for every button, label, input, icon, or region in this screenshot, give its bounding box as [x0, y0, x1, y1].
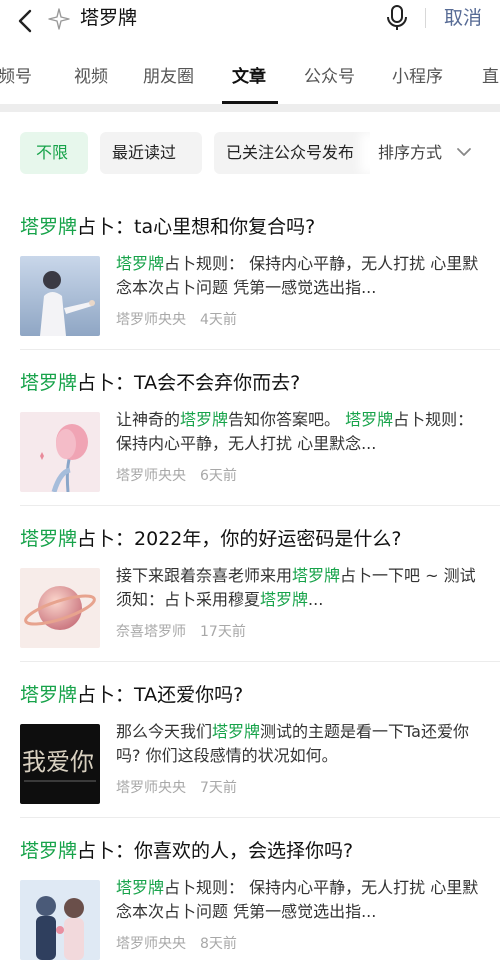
article-title[interactable]: 塔罗牌占卜：2022年，你的好运密码是什么?: [20, 526, 401, 552]
article-meta: 奈喜塔罗师 17天前: [116, 622, 246, 642]
snippet-text: 接下来跟着奈喜老师来用: [116, 566, 293, 585]
article-author[interactable]: 塔罗师央央: [116, 780, 186, 796]
article-snippet: 接下来跟着奈喜老师来用塔罗牌占卜一下吧 ~ 测试须知：占卜采用穆夏塔罗牌...: [116, 564, 480, 612]
article-meta: 塔罗师央央 7天前: [116, 778, 237, 798]
keyword-highlight: 塔罗牌: [212, 722, 261, 741]
article-title[interactable]: 塔罗牌占卜：TA还爱你吗?: [20, 682, 243, 708]
filter-row: 不限 最近读过 已关注公众号发布 排序方式: [0, 112, 500, 194]
article-meta: 塔罗师央央 4天前: [116, 310, 237, 330]
keyword-highlight: 塔罗牌: [292, 566, 341, 585]
keyword-highlight: 塔罗牌: [116, 878, 165, 897]
snippet-text: 占卜规则： 保持内心平静，无人打扰 心里默念本次占卜问题 凭第一感觉选出指...: [116, 878, 479, 921]
search-divider: [425, 8, 426, 28]
snippet-text: ...: [308, 590, 324, 609]
article-snippet: 让神奇的塔罗牌告知你答案吧。 塔罗牌占卜规则： 保持内心平静，无人打扰 心里默念…: [116, 408, 480, 456]
article-author[interactable]: 塔罗师央央: [116, 468, 186, 484]
chevron-down-icon: [457, 148, 471, 156]
anime-couple-image: [20, 880, 100, 960]
thumbnail-text: 我爱你: [22, 748, 94, 776]
dark-text-image: 我爱你: [20, 724, 100, 804]
tab-articles[interactable]: 文章: [232, 66, 266, 88]
article-result[interactable]: 塔罗牌占卜：2022年，你的好运密码是什么? 接下来跟着奈喜老师来用塔罗牌占卜一…: [0, 506, 500, 662]
article-title[interactable]: 塔罗牌占卜：TA会不会弃你而去?: [20, 370, 300, 396]
keyword-highlight: 塔罗牌: [180, 410, 229, 429]
snippet-text: 让神奇的: [116, 410, 181, 429]
article-time: 7天前: [200, 780, 237, 796]
tab-more[interactable]: 直: [482, 66, 499, 88]
sort-button[interactable]: 排序方式: [370, 132, 500, 174]
article-result[interactable]: 塔罗牌占卜：TA会不会弃你而去? 让神奇的塔罗牌告知你答案吧。 塔罗牌占卜规则：…: [0, 350, 500, 506]
search-bar: 塔罗牌 取消: [0, 0, 500, 46]
article-result[interactable]: 塔罗牌占卜：ta心里想和你复合吗? 塔罗牌占卜规则： 保持内心平静，无人打扰 心…: [0, 194, 500, 350]
sparkle-icon: [48, 8, 70, 30]
tab-official-accounts[interactable]: 公众号: [304, 66, 355, 88]
article-result[interactable]: 塔罗牌占卜：你喜欢的人，会选择你吗? 塔罗牌占卜规则： 保持内心平静，无人打扰 …: [0, 818, 500, 960]
article-meta: 塔罗师央央 8天前: [116, 934, 237, 954]
search-input[interactable]: 塔罗牌: [80, 6, 137, 30]
sort-label: 排序方式: [378, 143, 443, 162]
article-title[interactable]: 塔罗牌占卜：ta心里想和你复合吗?: [20, 214, 315, 240]
article-result[interactable]: 塔罗牌占卜：TA还爱你吗? 我爱你 那么今天我们塔罗牌测试的主题是看一下Ta还爱…: [0, 662, 500, 818]
category-tabs: 频号 视频 朋友圈 文章 公众号 小程序 直: [0, 46, 500, 104]
keyword-highlight: 塔罗牌: [260, 590, 309, 609]
tab-channels[interactable]: 频号: [0, 66, 32, 88]
article-time: 6天前: [200, 468, 237, 484]
article-author[interactable]: 塔罗师央央: [116, 312, 186, 328]
article-author[interactable]: 塔罗师央央: [116, 936, 186, 952]
tab-mini-programs[interactable]: 小程序: [392, 66, 443, 88]
back-arrow-icon[interactable]: [10, 6, 40, 36]
snippet-text: 那么今天我们: [116, 722, 213, 741]
keyword-highlight: 塔罗牌: [345, 410, 394, 429]
keyword-highlight: 塔罗牌: [116, 254, 165, 273]
pink-tulip-image: [20, 412, 100, 492]
section-divider: [0, 104, 500, 112]
article-time: 8天前: [200, 936, 237, 952]
cancel-button[interactable]: 取消: [444, 6, 482, 30]
article-meta: 塔罗师央央 6天前: [116, 466, 237, 486]
article-time: 17天前: [200, 624, 246, 640]
article-snippet: 那么今天我们塔罗牌测试的主题是看一下Ta还爱你吗? 你们这段感情的状况如何。: [116, 720, 480, 768]
planet-ring-image: [20, 568, 100, 648]
filter-chip-all[interactable]: 不限: [20, 132, 88, 174]
tab-videos[interactable]: 视频: [74, 66, 108, 88]
filter-chip-recently-read[interactable]: 最近读过: [100, 132, 202, 174]
snippet-text: 告知你答案吧。: [228, 410, 346, 429]
article-author[interactable]: 奈喜塔罗师: [116, 624, 186, 640]
tab-moments[interactable]: 朋友圈: [143, 66, 194, 88]
filter-chip-followed-accounts[interactable]: 已关注公众号发布: [214, 132, 384, 174]
couple-sky-image: [20, 256, 100, 336]
article-snippet: 塔罗牌占卜规则： 保持内心平静，无人打扰 心里默念本次占卜问题 凭第一感觉选出指…: [116, 252, 480, 300]
article-time: 4天前: [200, 312, 237, 328]
microphone-icon[interactable]: [384, 3, 410, 33]
article-title[interactable]: 塔罗牌占卜：你喜欢的人，会选择你吗?: [20, 838, 353, 864]
snippet-text: 占卜规则： 保持内心平静，无人打扰 心里默念本次占卜问题 凭第一感觉选出指...: [116, 254, 479, 297]
article-snippet: 塔罗牌占卜规则： 保持内心平静，无人打扰 心里默念本次占卜问题 凭第一感觉选出指…: [116, 876, 480, 924]
